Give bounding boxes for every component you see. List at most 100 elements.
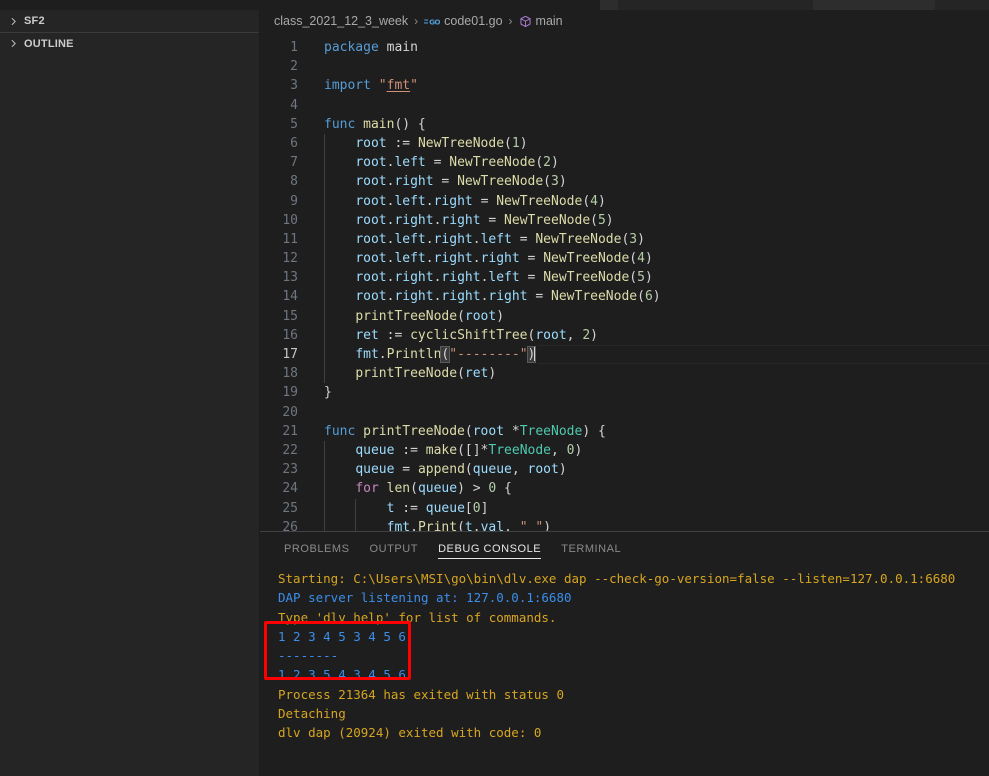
code-line[interactable]: 21 func printTreeNode(root *TreeNode) { <box>260 422 989 441</box>
console-line: dlv dap (20924) exited with code: 0 <box>278 725 542 741</box>
line-number: 20 <box>282 404 298 420</box>
tab-problems[interactable]: PROBLEMS <box>274 532 360 565</box>
editor-area: class_2021_12_3_week › GO code01.go › ma… <box>260 10 989 776</box>
code-line[interactable]: 22 queue := make([]*TreeNode, 0) <box>260 440 989 461</box>
tab-label: DEBUG CONSOLE <box>438 542 542 555</box>
code-line[interactable]: 6 root := NewTreeNode(1) <box>260 133 989 154</box>
breadcrumb-item-folder[interactable]: class_2021_12_3_week <box>274 14 408 28</box>
code-line[interactable]: 7 root.left = NewTreeNode(2) <box>260 153 989 173</box>
line-content: root.right.right = NewTreeNode(5) <box>312 210 614 230</box>
code-line[interactable]: 4 <box>260 96 989 115</box>
code-line[interactable]: 16 ret := cyclicShiftTree(root, 2) <box>260 325 989 345</box>
code-line[interactable]: 1 package main <box>260 38 989 57</box>
code-line[interactable]: 8 root.right = NewTreeNode(3) <box>260 172 989 192</box>
line-content <box>312 96 324 115</box>
line-content: root.left = NewTreeNode(2) <box>312 153 559 173</box>
line-content: ret := cyclicShiftTree(root, 2) <box>312 325 598 345</box>
sidebar-section-outline[interactable]: OUTLINE <box>0 32 259 54</box>
line-content: func main() { <box>324 116 426 132</box>
breadcrumb-item-file[interactable]: GO code01.go <box>424 14 503 28</box>
line-content: import "fmt" <box>324 78 418 94</box>
code-line[interactable]: 3 import "fmt" <box>260 76 989 95</box>
line-content: root := NewTreeNode(1) <box>312 133 528 154</box>
line-number: 5 <box>290 116 298 132</box>
line-number: 7 <box>290 155 298 171</box>
panel-tab-bar: PROBLEMS OUTPUT DEBUG CONSOLE TERMINAL <box>260 532 989 565</box>
line-number: 1 <box>290 40 298 55</box>
debug-console-output[interactable]: Starting: C:\Users\MSI\go\bin\dlv.exe da… <box>260 565 989 776</box>
code-line[interactable]: 20 <box>260 403 989 422</box>
line-number: 12 <box>282 251 298 267</box>
breadcrumb-item-symbol[interactable]: main <box>519 14 563 28</box>
text-cursor <box>534 346 536 361</box>
line-number: 8 <box>290 174 298 190</box>
sidebar: SF2 OUTLINE <box>0 10 260 776</box>
code-line[interactable]: 15 printTreeNode(root) <box>260 306 989 326</box>
breadcrumb-file-label: code01.go <box>444 14 503 28</box>
console-line: DAP server listening at: 127.0.0.1:6680 <box>278 590 572 606</box>
line-number: 19 <box>282 385 298 401</box>
line-number: 15 <box>282 308 298 324</box>
tab-label: OUTPUT <box>369 542 419 555</box>
code-line[interactable]: 25 t := queue[0] <box>260 498 989 518</box>
tab-terminal[interactable]: TERMINAL <box>551 532 631 565</box>
code-line[interactable]: 11 root.left.right.left = NewTreeNode(3) <box>260 229 989 250</box>
line-content: root.right.right.right = NewTreeNode(6) <box>312 287 661 307</box>
console-line: Detaching <box>278 706 346 722</box>
line-number: 26 <box>282 519 298 531</box>
code-editor[interactable]: 1 package main 2 3 import "fmt" 4 5 func… <box>260 32 989 531</box>
code-line-active[interactable]: 17 fmt.Println("--------") <box>260 345 989 365</box>
tab-strip-gap <box>618 0 813 10</box>
breadcrumb-folder-label: class_2021_12_3_week <box>274 14 409 28</box>
vscode-window: SF2 OUTLINE class_2021_12_3_week › GO co… <box>0 0 989 776</box>
line-content: root.right = NewTreeNode(3) <box>312 172 567 192</box>
console-line-program-output: 1 2 3 5 4 3 4 5 6 <box>278 667 406 683</box>
workbench-body: SF2 OUTLINE class_2021_12_3_week › GO co… <box>0 10 989 776</box>
tab-label: PROBLEMS <box>284 542 350 555</box>
code-line[interactable]: 10 root.right.right = NewTreeNode(5) <box>260 210 989 230</box>
console-line: Type 'dlv help' for list of commands. <box>278 609 557 625</box>
bottom-panel: PROBLEMS OUTPUT DEBUG CONSOLE TERMINAL S… <box>260 531 989 776</box>
line-number: 6 <box>290 135 298 151</box>
code-line[interactable]: 18 printTreeNode(ret) <box>260 364 989 384</box>
sidebar-empty-area <box>0 54 259 776</box>
tab-label: TERMINAL <box>561 542 622 555</box>
tab-debug-console[interactable]: DEBUG CONSOLE <box>428 532 551 565</box>
code-line[interactable]: 5 func main() { <box>260 115 989 134</box>
line-content: queue = append(queue, root) <box>312 460 567 480</box>
tab-strip-left-spacer <box>0 0 600 10</box>
code-line[interactable]: 19 } <box>260 383 989 402</box>
breadcrumb-symbol-label: main <box>535 14 563 28</box>
code-line[interactable]: 12 root.left.right.right = NewTreeNode(4… <box>260 249 989 269</box>
code-line[interactable]: 24 for len(queue) > 0 { <box>260 479 989 499</box>
editor-tab-partial-b[interactable] <box>813 0 935 10</box>
svg-text:GO: GO <box>429 17 440 26</box>
line-content: root.left.right.left = NewTreeNode(3) <box>312 229 645 250</box>
line-content: t := queue[0] <box>312 498 488 518</box>
sidebar-section-label: SF2 <box>24 15 45 27</box>
code-line[interactable]: 23 queue = append(queue, root) <box>260 460 989 480</box>
line-content: root.right.right.left = NewTreeNode(5) <box>312 268 653 288</box>
line-content: for len(queue) > 0 { <box>312 479 512 499</box>
line-content: printTreeNode(root) <box>312 306 504 326</box>
console-line: Starting: C:\Users\MSI\go\bin\dlv.exe da… <box>278 571 956 586</box>
sidebar-section-sf2[interactable]: SF2 <box>0 10 259 32</box>
line-number: 21 <box>282 423 298 439</box>
tab-strip-right-spacer <box>935 0 989 10</box>
line-content: queue := make([]*TreeNode, 0) <box>312 440 582 461</box>
line-number: 17 <box>282 347 298 362</box>
code-line[interactable]: 9 root.left.right = NewTreeNode(4) <box>260 191 989 211</box>
editor-tab-strip <box>0 0 989 10</box>
code-line[interactable]: 26 fmt.Print(t.val, " ") <box>260 517 989 531</box>
code-line[interactable]: 2 <box>260 57 989 76</box>
breadcrumb: class_2021_12_3_week › GO code01.go › ma… <box>260 10 989 32</box>
console-line: Process 21364 has exited with status 0 <box>278 686 564 702</box>
line-number: 9 <box>290 193 298 209</box>
code-line[interactable]: 14 root.right.right.right = NewTreeNode(… <box>260 287 989 307</box>
tab-output[interactable]: OUTPUT <box>360 532 429 565</box>
console-line-program-output: 1 2 3 4 5 3 4 5 6 <box>278 628 406 644</box>
line-number: 22 <box>282 442 298 458</box>
editor-tab-partial-a[interactable] <box>600 0 618 10</box>
line-content: fmt.Println("--------") <box>312 345 537 365</box>
code-line[interactable]: 13 root.right.right.left = NewTreeNode(5… <box>260 268 989 288</box>
